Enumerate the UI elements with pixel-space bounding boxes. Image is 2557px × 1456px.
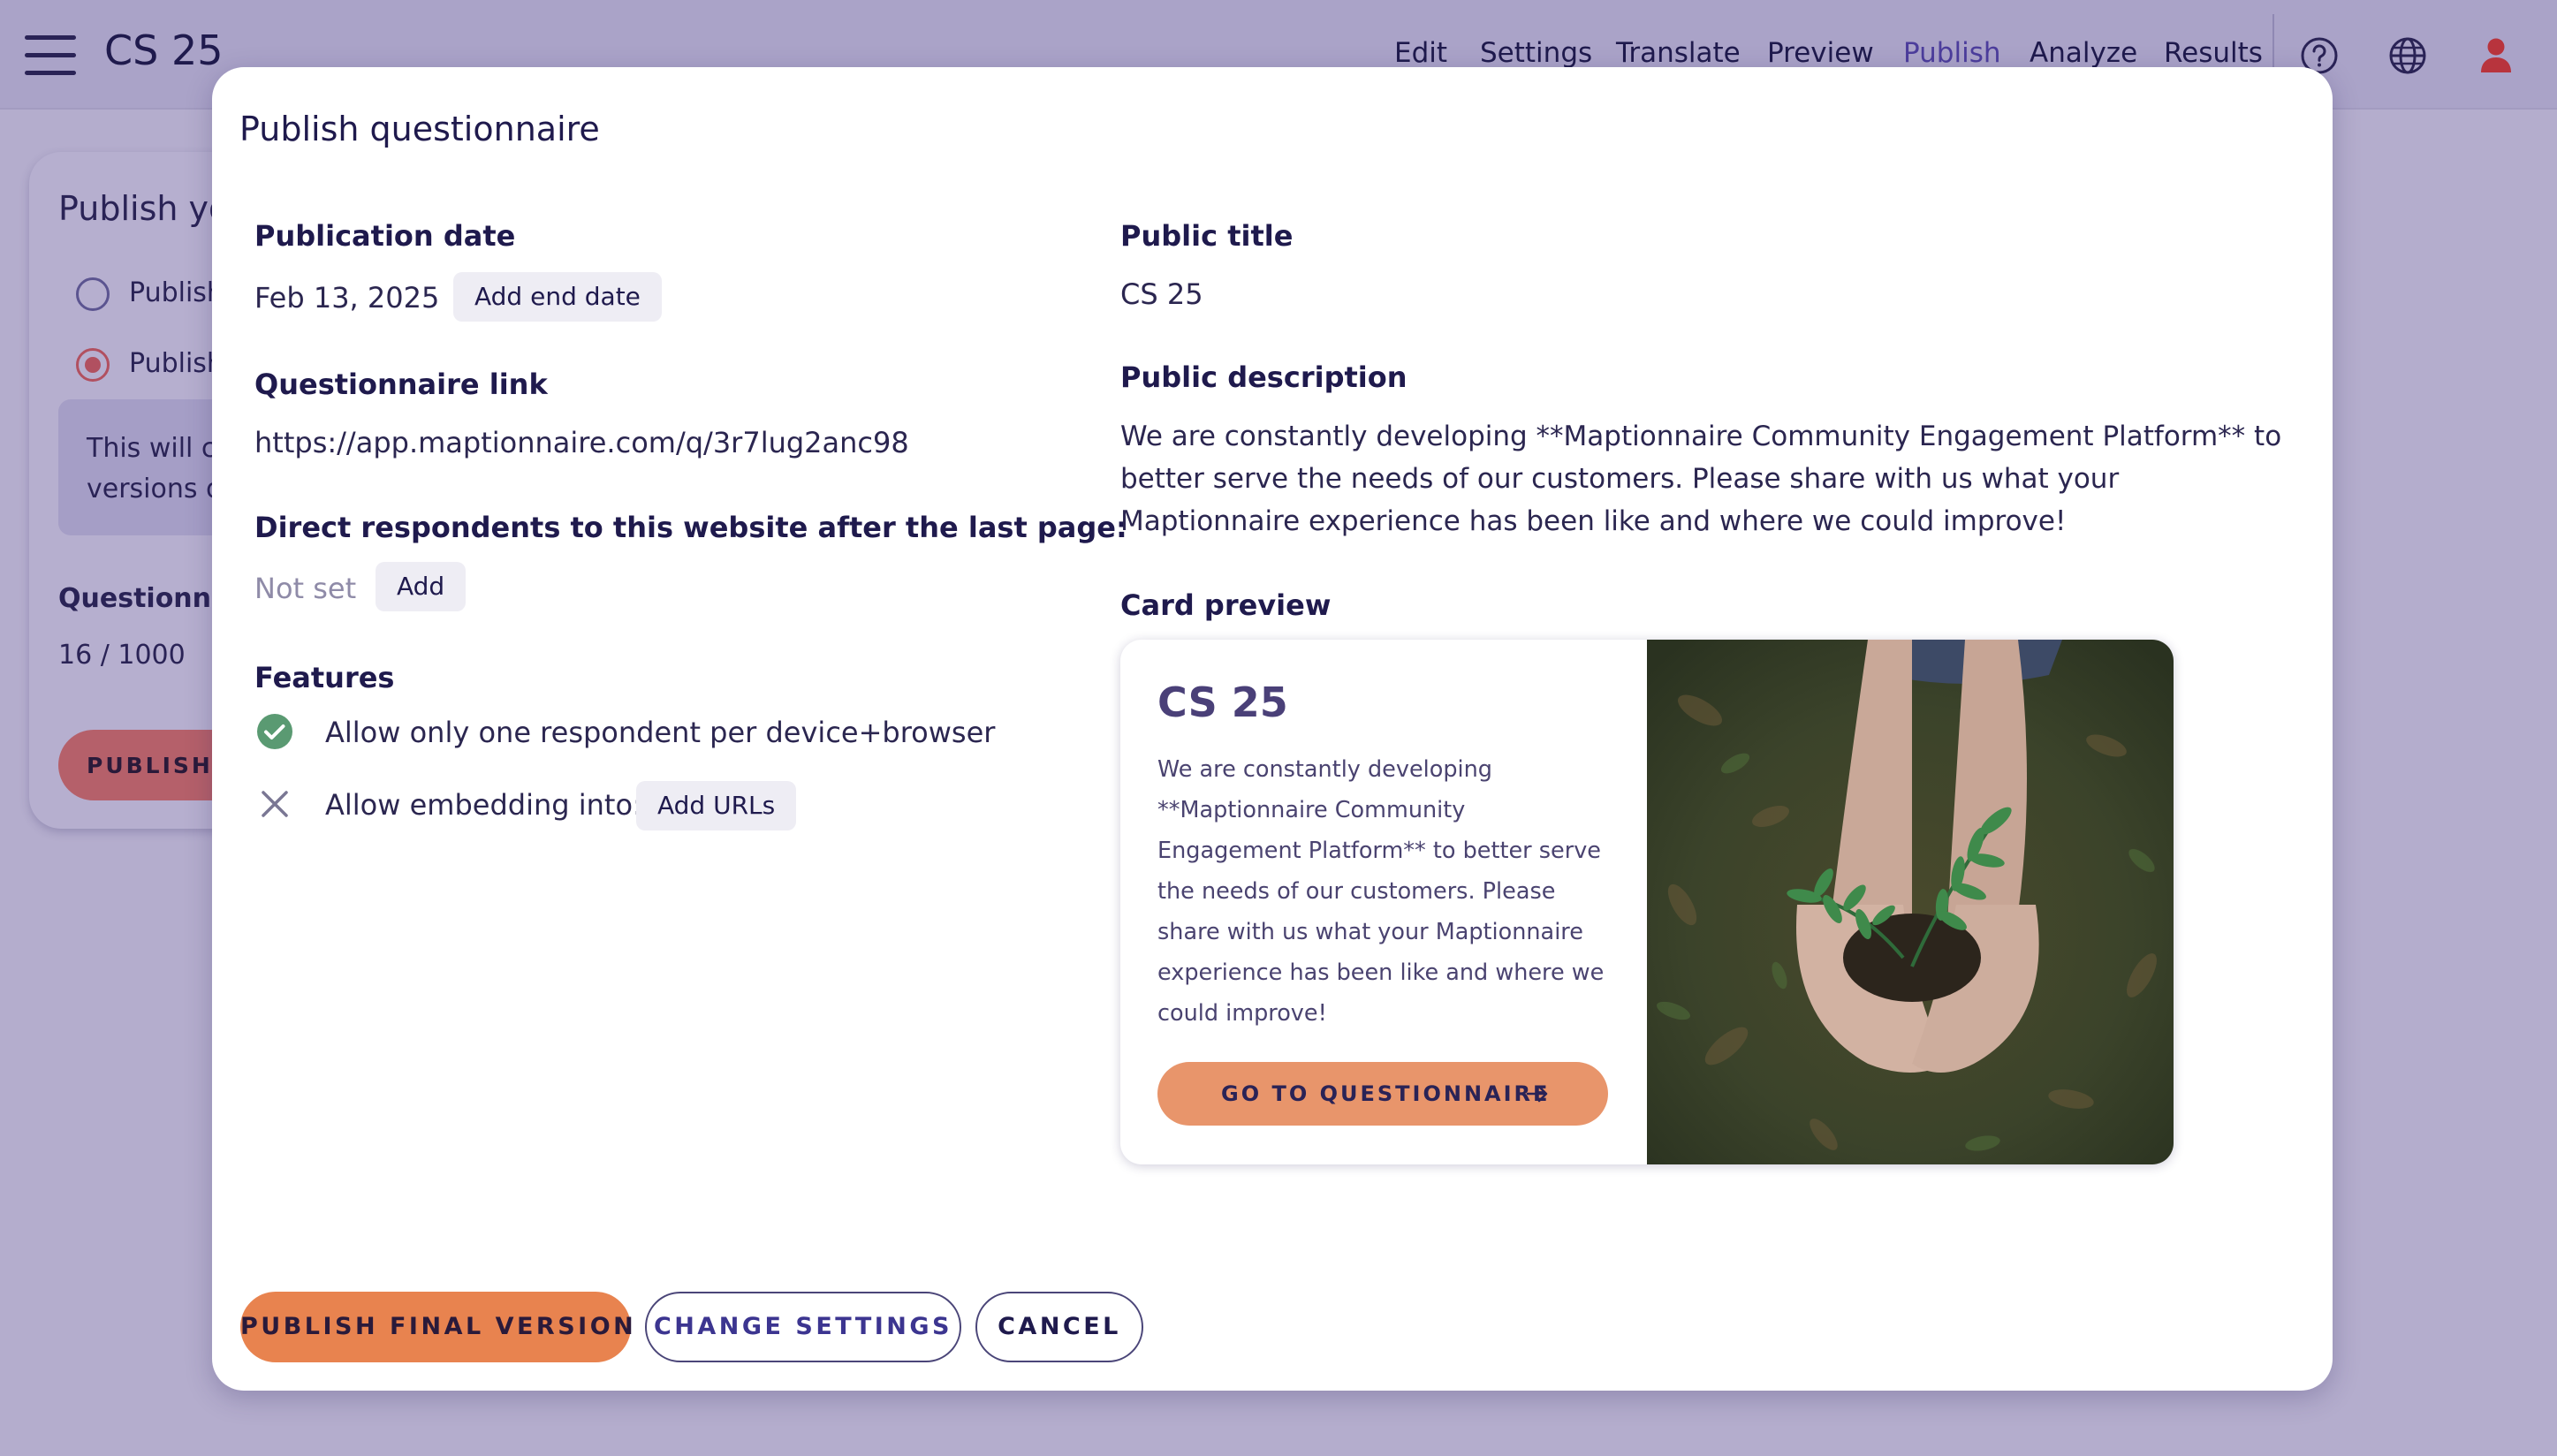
feature-one-respondent: Allow only one respondent per device+bro… <box>325 716 996 749</box>
app-title: CS 25 <box>104 27 224 74</box>
publish-option-label-2: Publish <box>129 348 224 379</box>
arrow-right-icon <box>1526 1085 1548 1103</box>
card-preview: CS 25 We are constantly developing **Map… <box>1120 640 2174 1164</box>
seedling-photo <box>1647 640 2174 1164</box>
redirect-label: Direct respondents to this website after… <box>254 511 1127 544</box>
questionnaire-link-value[interactable]: https://app.maptionnaire.com/q/3r7lug2an… <box>254 426 909 459</box>
info-text-line-2: versions o <box>87 474 223 504</box>
publish-final-version-button[interactable]: PUBLISH FINAL VERSION <box>240 1292 634 1362</box>
redirect-value: Not set <box>254 572 357 605</box>
public-description-label: Public description <box>1120 360 1407 394</box>
nav-analyze[interactable]: Analyze <box>2030 37 2137 69</box>
feature-embedding: Allow embedding into: <box>325 788 642 822</box>
nav-preview[interactable]: Preview <box>1767 37 1874 69</box>
nav-publish[interactable]: Publish <box>1903 37 2001 69</box>
publication-date-label: Publication date <box>254 219 516 253</box>
publication-date-value: Feb 13, 2025 <box>254 281 440 315</box>
publish-option-label-1: Publish <box>129 277 224 308</box>
go-to-questionnaire-label: GO TO QUESTIONNAIRE <box>1221 1081 1551 1106</box>
add-urls-button[interactable]: Add URLs <box>636 781 797 830</box>
publish-panel-heading: Publish yo <box>58 189 230 228</box>
globe-icon[interactable] <box>2386 34 2430 78</box>
questionnaire-count: 16 / 1000 <box>58 640 186 671</box>
info-text-line-1: This will c <box>87 433 216 464</box>
card-description: We are constantly developing **Maptionna… <box>1157 756 1605 1027</box>
nav-translate[interactable]: Translate <box>1616 37 1741 69</box>
cancel-button[interactable]: CANCEL <box>975 1292 1143 1362</box>
public-description-value: We are constantly developing **Maptionna… <box>1120 421 2282 537</box>
close-icon <box>262 791 288 817</box>
nav-settings[interactable]: Settings <box>1480 37 1592 69</box>
card-title: CS 25 <box>1157 679 1288 726</box>
go-to-questionnaire-button[interactable]: GO TO QUESTIONNAIRE <box>1157 1062 1608 1126</box>
nav-results[interactable]: Results <box>2164 37 2263 69</box>
public-title-value: CS 25 <box>1120 277 1203 311</box>
app-root: CS 25 Edit Settings Translate Preview Pu… <box>0 0 2557 1456</box>
change-settings-button[interactable]: CHANGE SETTINGS <box>645 1292 961 1362</box>
check-circle-icon <box>257 714 292 749</box>
features-label: Features <box>254 661 395 694</box>
add-redirect-button[interactable]: Add <box>376 562 467 611</box>
user-icon[interactable] <box>2474 34 2518 78</box>
card-preview-label: Card preview <box>1120 588 1332 622</box>
questionnaire-link-label: Questionnaire link <box>254 368 548 401</box>
public-title-label: Public title <box>1120 219 1294 253</box>
add-end-date-button[interactable]: Add end date <box>453 272 662 322</box>
nav-edit[interactable]: Edit <box>1394 37 1447 69</box>
publish-option-radio-1[interactable] <box>76 277 110 311</box>
publish-option-radio-2[interactable] <box>76 348 110 382</box>
questionnaire-count-label: Questionna <box>58 583 230 614</box>
dialog-title: Publish questionnaire <box>239 110 600 148</box>
menu-icon[interactable] <box>25 35 76 76</box>
